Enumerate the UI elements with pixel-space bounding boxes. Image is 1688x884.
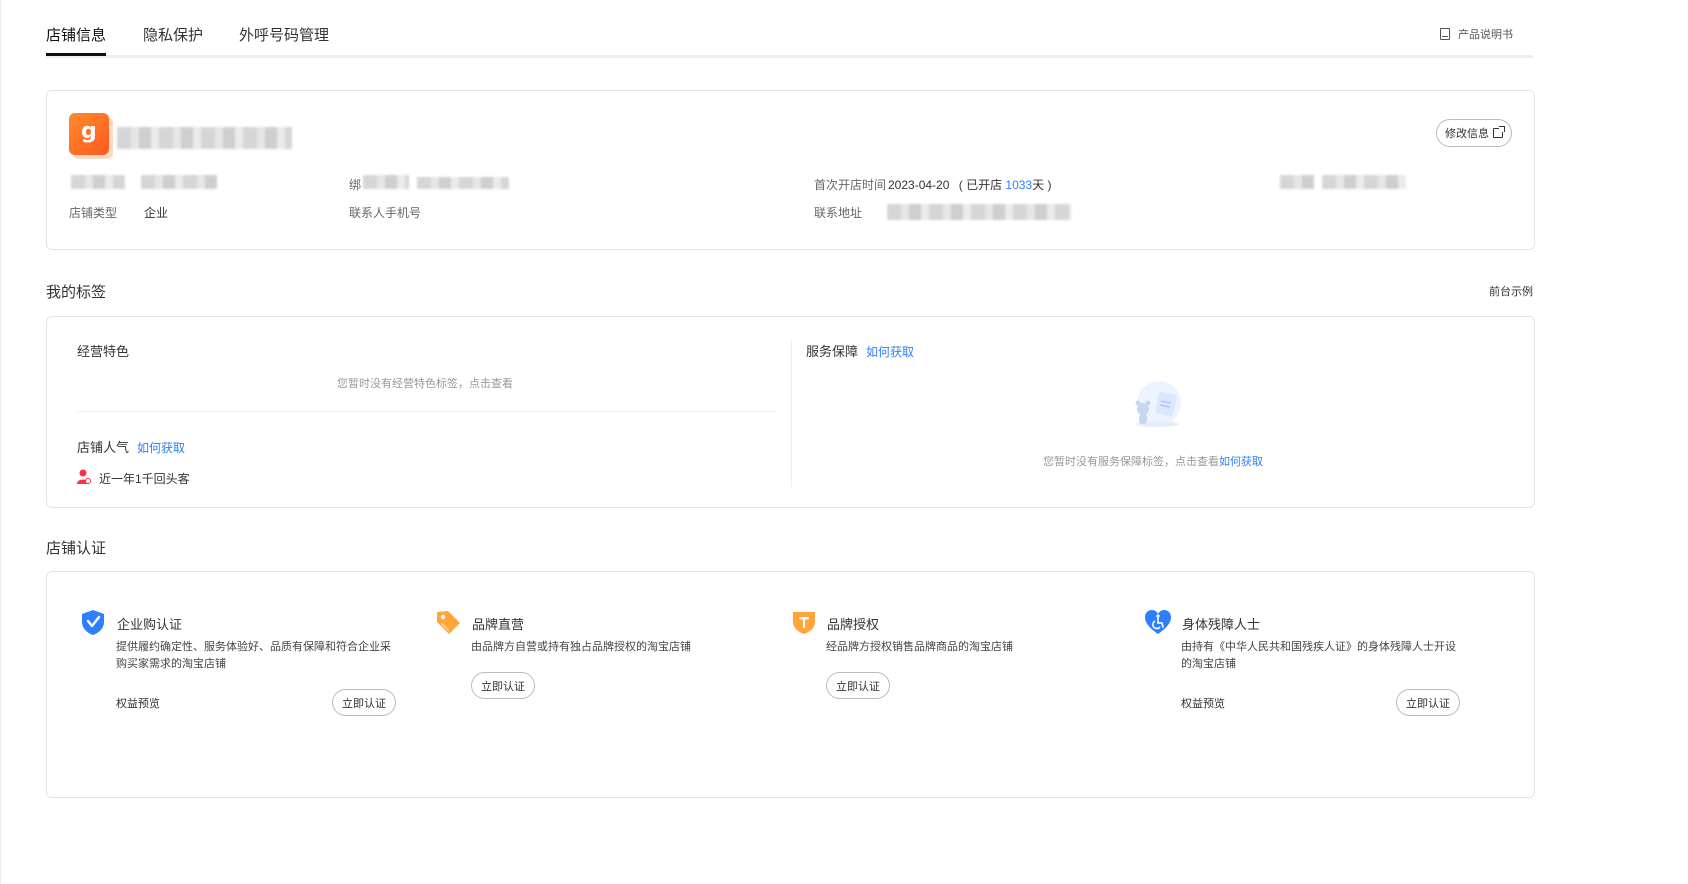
cert-title: 企业购认证 [117,617,183,632]
cert-title: 品牌直营 [472,617,525,632]
redacted-label [71,175,125,189]
certify-button[interactable]: 立即认证 [332,689,396,716]
store-cert-card: 企业购认证 提供履约确定性、服务体验好、品质有保障和符合企业采购买家需求的淘宝店… [46,571,1535,798]
tab-bar: 店铺信息 隐私保护 外呼号码管理 产品说明书 [46,0,1533,58]
active-tab-indicator [46,53,106,56]
benefit-preview-link[interactable]: 权益预览 [1181,695,1225,711]
external-link-icon [1493,126,1505,138]
my-tags-title: 我的标签 [46,284,107,301]
my-tags-card: 经营特色 您暂时没有经营特色标签，点击查看 店铺人气 如何获取 近一年1千回头客 … [46,316,1535,508]
redacted-value [1322,175,1406,189]
tag-icon [437,611,460,634]
cert-title: 身体残障人士 [1182,617,1261,632]
business-feature-empty[interactable]: 您暂时没有经营特色标签，点击查看 [337,375,513,391]
store-cert-title: 店铺认证 [46,540,107,557]
product-manual-link[interactable]: 产品说明书 [1440,26,1513,42]
service-empty-how-link[interactable]: 如何获取 [1219,456,1263,468]
heart-accessibility-icon [1145,610,1171,634]
service-how-link[interactable]: 如何获取 [866,345,914,359]
service-guarantee-title: 服务保障 如何获取 [806,344,915,359]
first-open-value: 2023-04-20 ( 已开店 1033天 ) [888,178,1052,192]
contact-address-label: 联系地址 [814,206,863,220]
store-type-label: 店铺类型 [69,206,118,220]
service-empty: 您暂时没有服务保障标签，点击查看如何获取 [1043,456,1263,468]
product-manual-label: 产品说明书 [1458,29,1513,41]
edit-info-button[interactable]: 修改信息 [1436,119,1512,147]
cert-desc: 提供履约确定性、服务体验好、品质有保障和符合企业采购买家需求的淘宝店铺 [116,641,391,670]
redacted-label [363,175,409,189]
store-type-value: 企业 [144,206,169,220]
shield-check-icon [82,610,104,635]
certify-button[interactable]: 立即认证 [1396,689,1460,716]
redacted-value [141,175,217,189]
cert-desc: 经品牌方授权销售品牌商品的淘宝店铺 [826,641,1013,653]
benefit-preview-link[interactable]: 权益预览 [116,695,160,711]
opened-days: 1033 [1005,178,1033,192]
cert-title: 品牌授权 [827,617,880,632]
certify-button[interactable]: 立即认证 [826,672,890,699]
empty-state-illustration [1135,381,1181,427]
redacted-value [417,177,509,189]
tab-store-info[interactable]: 店铺信息 [46,24,106,45]
certify-button[interactable]: 立即认证 [471,672,535,699]
business-feature-title: 经营特色 [77,344,130,359]
store-info-card: g 修改信息 绑 首次开店时间 2023-04-20 ( 已开店 1033天 )… [46,90,1535,250]
contact-phone-label: 联系人手机号 [349,206,422,220]
cert-desc: 由持有《中华人民共和国残疾人证》的身体残障人士开设的淘宝店铺 [1181,641,1456,670]
cert-desc: 由品牌方自营或持有独占品牌授权的淘宝店铺 [471,641,691,653]
store-name-redacted [117,127,292,149]
popularity-title: 店铺人气 如何获取 [77,440,186,455]
vertical-divider [791,341,792,487]
popularity-how-link[interactable]: 如何获取 [137,441,185,455]
contact-address-redacted [887,204,1071,220]
popularity-item: 近一年1千回头客 [99,472,190,486]
book-icon [1440,28,1450,40]
redacted-label [1280,175,1314,189]
front-example-link[interactable]: 前台示例 [1489,283,1533,299]
store-logo: g [69,113,109,155]
tab-outbound-number[interactable]: 外呼号码管理 [239,24,329,45]
bind-label: 绑 [349,178,362,192]
store-info-page: 店铺信息 隐私保护 外呼号码管理 产品说明书 g 修改信息 绑 首次开店时间 2… [0,0,1688,884]
tab-privacy[interactable]: 隐私保护 [143,24,203,45]
first-open-label: 首次开店时间 [814,178,887,192]
badge-icon [793,612,815,634]
person-icon [77,469,91,484]
divider [77,411,775,412]
